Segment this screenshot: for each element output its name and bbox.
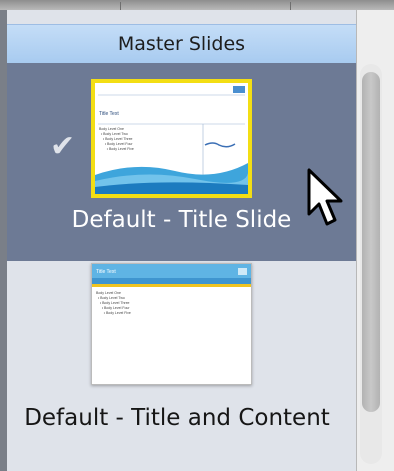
master-slide-item-title-slide[interactable]: ✔ Title Text Body Level One • Body Level… <box>7 63 356 261</box>
thumbnail-body-text: Body Level One • Body Level Two • Body L… <box>96 291 131 315</box>
panel-title: Master Slides <box>117 33 246 55</box>
slide-label: Default - Title and Content <box>24 405 330 431</box>
toolbar-divider <box>120 2 121 10</box>
master-slides-panel: Master Slides ✔ Title Text Body Level On… <box>0 10 356 471</box>
panel-header: Master Slides <box>7 24 356 64</box>
slide-thumbnail[interactable]: Title Text Body Level One • Body Level T… <box>91 263 252 385</box>
thumbnail-title-text: Title Text <box>99 111 119 117</box>
toolbar-divider <box>290 2 291 10</box>
thumbnail-title-text: Title Text <box>96 269 116 275</box>
thumbnail-body-text: Body Level One • Body Level Two • Body L… <box>99 127 134 151</box>
title-content-preview <box>92 264 251 384</box>
vertical-scrollbar[interactable] <box>360 64 382 464</box>
master-slide-item-title-and-content[interactable]: Title Text Body Level One • Body Level T… <box>7 261 356 471</box>
scrollbar-thumb[interactable] <box>362 72 380 412</box>
checkmark-icon: ✔ <box>50 129 76 164</box>
arrow-cursor-icon <box>307 168 343 226</box>
toolbar-strip <box>0 0 394 10</box>
slide-label: Default - Title Slide <box>71 207 292 233</box>
slide-thumbnail[interactable]: Title Text Body Level One • Body Level T… <box>91 79 252 198</box>
